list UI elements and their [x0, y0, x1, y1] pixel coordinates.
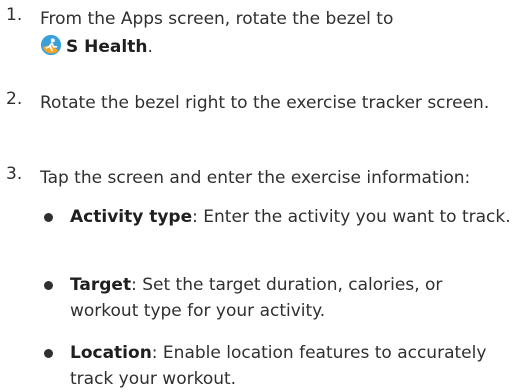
step-3-text: Tap the screen and enter the exercise in…	[40, 168, 471, 188]
step-1-number: 1.	[6, 5, 23, 25]
bullet-dot	[44, 349, 53, 358]
bullet-activity-type: Activity type: Enter the activity you wa…	[70, 204, 516, 230]
bullet-location: Location: Enable location features to ac…	[70, 340, 516, 392]
step-2-number: 2.	[6, 89, 23, 109]
step-3-number: 3.	[6, 164, 23, 184]
step-1-text-before: From the Apps screen, rotate the bezel t…	[40, 9, 394, 29]
step-2-text: Rotate the bezel right to the exercise t…	[40, 93, 490, 113]
bullet-term: Location	[70, 343, 152, 363]
step-1-text-after: .	[147, 37, 153, 57]
instruction-document: 1. From the Apps screen, rotate the beze…	[0, 0, 520, 392]
step-1-text: From the Apps screen, rotate the bezel t…	[40, 5, 518, 61]
s-health-app-icon	[40, 34, 62, 56]
bullet-target: Target: Set the target duration, calorie…	[70, 272, 516, 324]
bullet-desc: : Enter the activity you want to track.	[192, 207, 511, 227]
app-name-s-health: S Health	[66, 37, 148, 57]
bullet-term: Activity type	[70, 207, 193, 227]
bullet-term: Target	[70, 275, 132, 295]
bullet-dot	[44, 213, 53, 222]
bullet-dot	[44, 281, 53, 290]
